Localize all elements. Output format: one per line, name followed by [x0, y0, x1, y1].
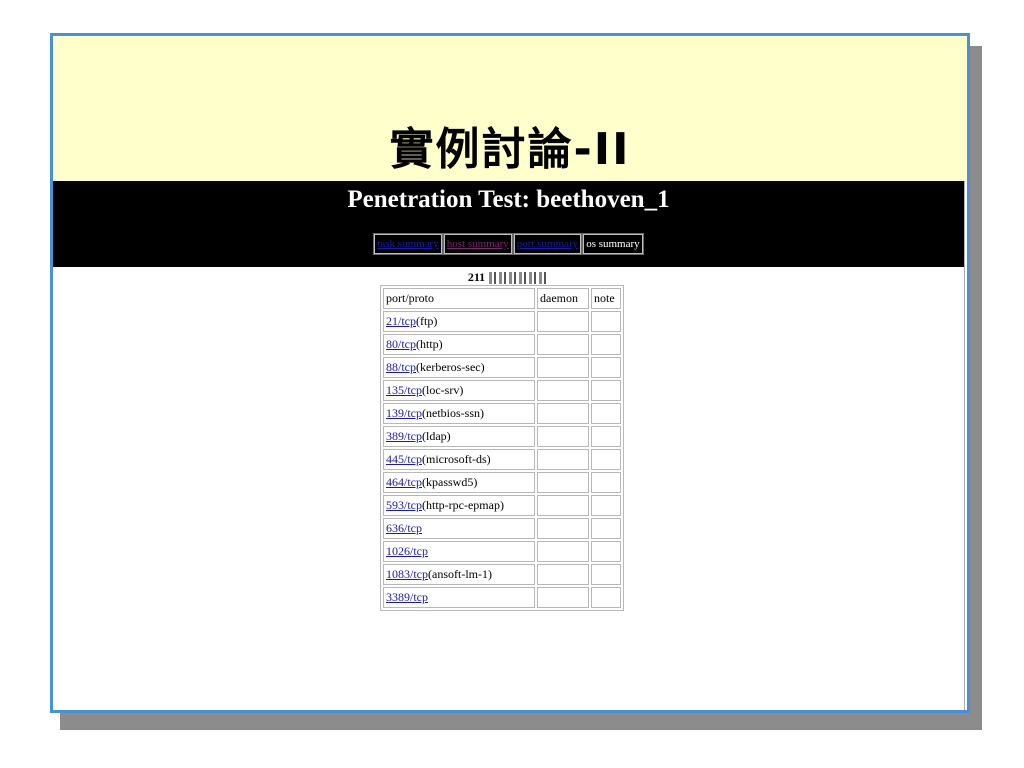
port-link[interactable]: 1083/tcp [386, 567, 428, 581]
table-row: 389/tcp(ldap) [383, 426, 621, 447]
daemon-cell [537, 403, 589, 424]
port-cell: 80/tcp(http) [383, 334, 535, 355]
daemon-cell [537, 472, 589, 493]
host-address: 211 [53, 270, 964, 285]
service-name: (http-rpc-epmap) [422, 498, 504, 512]
tab-task-summary[interactable]: task summary [373, 233, 443, 255]
report-header: Penetration Test: beethoven_1 task summa… [53, 181, 964, 267]
port-table: port/proto daemon note 21/tcp(ftp) 80/tcp… [380, 285, 624, 611]
port-table-body: 21/tcp(ftp) 80/tcp(http) 88/tcp(kerberos-s… [383, 311, 621, 608]
port-cell: 593/tcp(http-rpc-epmap) [383, 495, 535, 516]
service-name: (kerberos-sec) [416, 360, 485, 374]
tab-port-summary[interactable]: port summary [512, 233, 583, 255]
port-link[interactable]: 464/tcp [386, 475, 422, 489]
port-cell: 135/tcp(loc-srv) [383, 380, 535, 401]
port-cell: 21/tcp(ftp) [383, 311, 535, 332]
port-link[interactable]: 445/tcp [386, 452, 422, 466]
daemon-cell [537, 426, 589, 447]
port-cell: 464/tcp(kpasswd5) [383, 472, 535, 493]
port-link[interactable]: 21/tcp [386, 314, 416, 328]
port-cell: 1083/tcp(ansoft-lm-1) [383, 564, 535, 585]
port-link[interactable]: 593/tcp [386, 498, 422, 512]
port-cell: 3389/tcp [383, 587, 535, 608]
host-address-prefix: 211 [467, 270, 486, 284]
tab-os-summary: os summary [582, 233, 644, 255]
note-cell [591, 403, 621, 424]
port-cell: 636/tcp [383, 518, 535, 539]
note-cell [591, 311, 621, 332]
port-cell: 1026/tcp [383, 541, 535, 562]
table-row: 3389/tcp [383, 587, 621, 608]
port-link[interactable]: 135/tcp [386, 383, 422, 397]
table-row: 1083/tcp(ansoft-lm-1) [383, 564, 621, 585]
daemon-cell [537, 587, 589, 608]
redacted-ip [489, 272, 550, 285]
tab-host-summary[interactable]: host summary [442, 233, 513, 255]
daemon-cell [537, 311, 589, 332]
port-cell: 88/tcp(kerberos-sec) [383, 357, 535, 378]
daemon-cell [537, 495, 589, 516]
note-cell [591, 472, 621, 493]
note-cell [591, 334, 621, 355]
note-cell [591, 541, 621, 562]
service-name: (loc-srv) [422, 383, 464, 397]
note-cell [591, 380, 621, 401]
daemon-cell [537, 334, 589, 355]
title-area: 實例討論-II [53, 36, 967, 181]
port-link[interactable]: 389/tcp [386, 429, 422, 443]
port-link[interactable]: 88/tcp [386, 360, 416, 374]
port-cell: 139/tcp(netbios-ssn) [383, 403, 535, 424]
table-row: 139/tcp(netbios-ssn) [383, 403, 621, 424]
table-row: 135/tcp(loc-srv) [383, 380, 621, 401]
note-cell [591, 564, 621, 585]
daemon-cell [537, 449, 589, 470]
report-frame: Penetration Test: beethoven_1 task summa… [53, 181, 965, 710]
service-name: (microsoft-ds) [422, 452, 491, 466]
port-cell: 445/tcp(microsoft-ds) [383, 449, 535, 470]
daemon-cell [537, 380, 589, 401]
column-header-port-proto: port/proto [383, 288, 535, 309]
port-link[interactable]: 139/tcp [386, 406, 422, 420]
daemon-cell [537, 518, 589, 539]
table-row: 593/tcp(http-rpc-epmap) [383, 495, 621, 516]
note-cell [591, 426, 621, 447]
table-row: 1026/tcp [383, 541, 621, 562]
port-link[interactable]: 3389/tcp [386, 590, 428, 604]
column-header-note: note [591, 288, 621, 309]
daemon-cell [537, 541, 589, 562]
daemon-cell [537, 357, 589, 378]
port-cell: 389/tcp(ldap) [383, 426, 535, 447]
table-header-row: port/proto daemon note [383, 288, 621, 309]
note-cell [591, 449, 621, 470]
report-title: Penetration Test: beethoven_1 [347, 186, 670, 213]
port-link[interactable]: 80/tcp [386, 337, 416, 351]
service-name: (kpasswd5) [422, 475, 478, 489]
note-cell [591, 518, 621, 539]
service-name: (ldap) [422, 429, 451, 443]
daemon-cell [537, 564, 589, 585]
table-row: 88/tcp(kerberos-sec) [383, 357, 621, 378]
note-cell [591, 495, 621, 516]
report-nav-tabs: task summary host summary port summary o… [53, 233, 964, 255]
port-link[interactable]: 636/tcp [386, 521, 422, 535]
service-name: (ftp) [416, 314, 438, 328]
slide: 實例討論-II Penetration Test: beethoven_1 ta… [50, 33, 970, 713]
note-cell [591, 357, 621, 378]
service-name: (http) [416, 337, 443, 351]
port-link[interactable]: 1026/tcp [386, 544, 428, 558]
table-row: 464/tcp(kpasswd5) [383, 472, 621, 493]
note-cell [591, 587, 621, 608]
service-name: (netbios-ssn) [422, 406, 484, 420]
slide-title: 實例討論-II [389, 124, 631, 175]
table-row: 21/tcp(ftp) [383, 311, 621, 332]
table-row: 636/tcp [383, 518, 621, 539]
table-row: 445/tcp(microsoft-ds) [383, 449, 621, 470]
table-row: 80/tcp(http) [383, 334, 621, 355]
service-name: (ansoft-lm-1) [428, 567, 492, 581]
column-header-daemon: daemon [537, 288, 589, 309]
